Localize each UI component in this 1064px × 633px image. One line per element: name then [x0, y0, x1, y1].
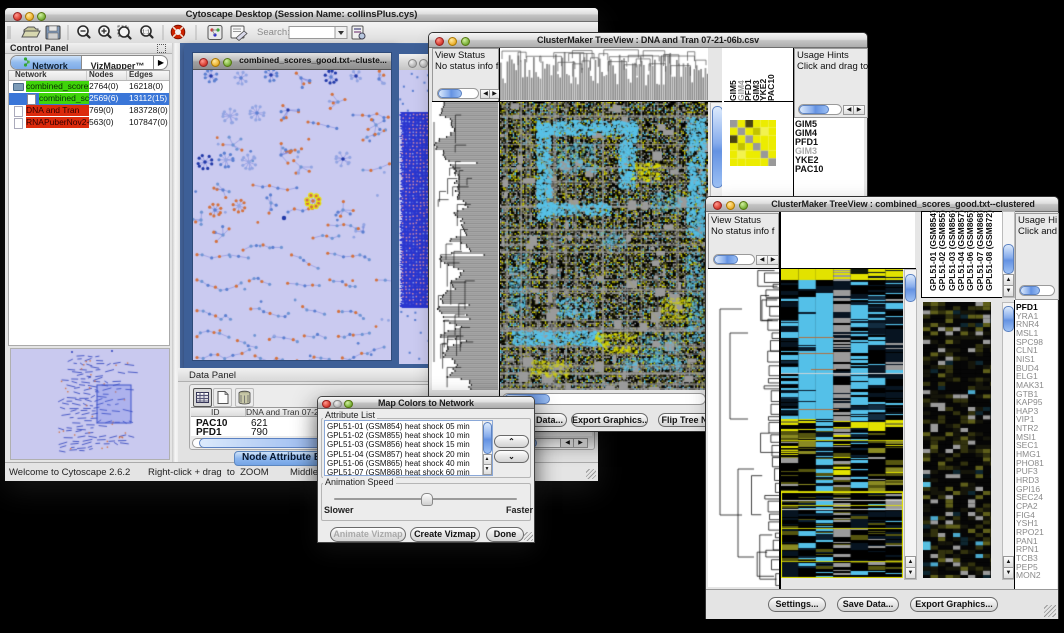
svg-text:1:1: 1:1	[142, 30, 150, 36]
svg-text:Search:: Search:	[257, 27, 290, 38]
